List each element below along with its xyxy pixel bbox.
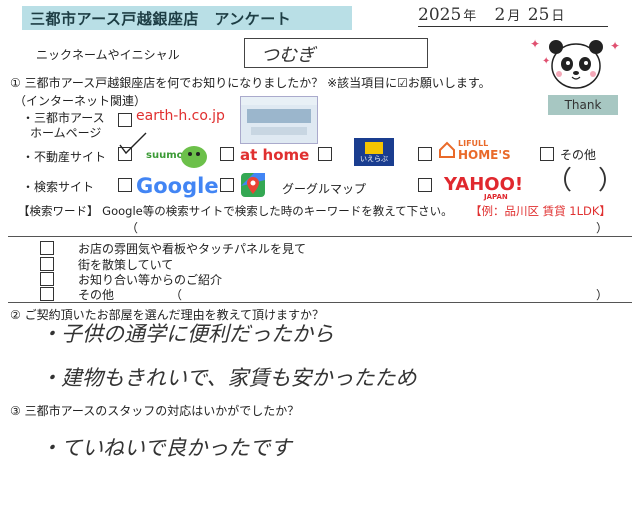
google-maps-icon: [240, 172, 266, 202]
google-maps-label: グーグルマップ: [282, 182, 367, 196]
checkbox-option-3[interactable]: [40, 272, 54, 286]
q3-answer: ・ていねいで良かったです: [40, 436, 292, 460]
nickname-value: つむぎ: [261, 45, 315, 66]
svg-text:✦: ✦: [610, 39, 620, 53]
divider-2: [8, 302, 632, 304]
date-month: 2: [494, 5, 506, 25]
checkbox-ieshiru[interactable]: [318, 147, 332, 161]
q3-text: ③ 三都市アースのスタッフの対応はいかがでしたか？: [10, 404, 300, 418]
thank-tag: Thank: [548, 95, 618, 115]
lifull-label: LIFULL: [458, 139, 489, 148]
checkbox-athome[interactable]: [220, 147, 234, 161]
date: 2025 年 2月 25 日: [418, 5, 565, 25]
option-4-open-paren: （: [170, 288, 183, 302]
date-underline: [418, 26, 608, 27]
suumo-mascot-icon: [178, 142, 210, 174]
checkbox-google-maps[interactable]: [220, 178, 234, 192]
option-4-label: その他: [78, 288, 115, 302]
homes-logo-icon: [438, 141, 456, 163]
checkbox-homepage[interactable]: [118, 113, 132, 127]
nickname-field[interactable]: つむぎ: [244, 38, 428, 68]
homepage-label-2: ホームページ: [30, 126, 102, 140]
homes-logo: HOME'S: [458, 148, 511, 162]
yahoo-japan-label: JAPAN: [484, 193, 508, 201]
google-logo: Google: [136, 174, 219, 198]
svg-text:✦: ✦: [542, 56, 550, 67]
survey-title: 三都市アース戸越銀座店 アンケート: [30, 10, 292, 28]
checkbox-realestate-other[interactable]: [540, 147, 554, 161]
checkbox-option-4[interactable]: [40, 287, 54, 301]
panda-mascot-icon: ✦ ✦ ✦: [526, 30, 626, 100]
homepage-screenshot-icon: [240, 96, 318, 144]
yahoo-logo: YAHOO!: [444, 174, 524, 195]
q2-answer-line-1: ・子供の通学に便利だったから: [40, 322, 334, 346]
checkbox-option-2[interactable]: [40, 257, 54, 271]
keyword-close-paren: ）: [596, 221, 609, 235]
ieshiru-logo-icon: いえらぶ: [354, 138, 394, 166]
search-label: ・検索サイト: [22, 180, 95, 194]
search-other-open-paren: （: [546, 166, 573, 196]
checkbox-google[interactable]: [118, 178, 132, 192]
svg-text:✦: ✦: [530, 37, 540, 51]
divider-1: [8, 236, 632, 238]
keyword-label: 【検索ワード】 Google等の検索サイトで検索した時のキーワードを教えて下さい…: [18, 204, 453, 218]
q2-answer-line-2: ・建物もきれいで、家賃も安かったため: [40, 366, 417, 390]
option-1-label: お店の雰囲気や看板やタッチパネルを見て: [78, 242, 307, 256]
keyword-example: 【例：品川区 賃貸 1LDK】: [470, 204, 611, 218]
keyword-open-paren: （: [126, 221, 139, 235]
date-year: 2025: [418, 5, 462, 25]
realestate-label: ・不動産サイト: [22, 150, 107, 164]
nickname-label: ニックネームやイニシャル: [36, 48, 180, 62]
checkbox-yahoo[interactable]: [418, 178, 432, 192]
homepage-url: earth-h.co.jp: [136, 108, 225, 124]
option-4-close-paren: ）: [596, 288, 609, 302]
search-other-close-paren: ）: [598, 166, 625, 196]
checkmark-icon: [118, 131, 148, 159]
checkbox-option-1[interactable]: [40, 241, 54, 255]
internet-label: （インターネット関連）: [14, 94, 147, 108]
date-day: 25: [527, 5, 550, 25]
checkbox-homes[interactable]: [418, 147, 432, 161]
q1-text: ① 三都市アース戸越銀座店を何でお知りになりましたか？ ※該当項目に☑お願いしま…: [10, 76, 491, 90]
athome-logo: at home: [240, 146, 310, 164]
